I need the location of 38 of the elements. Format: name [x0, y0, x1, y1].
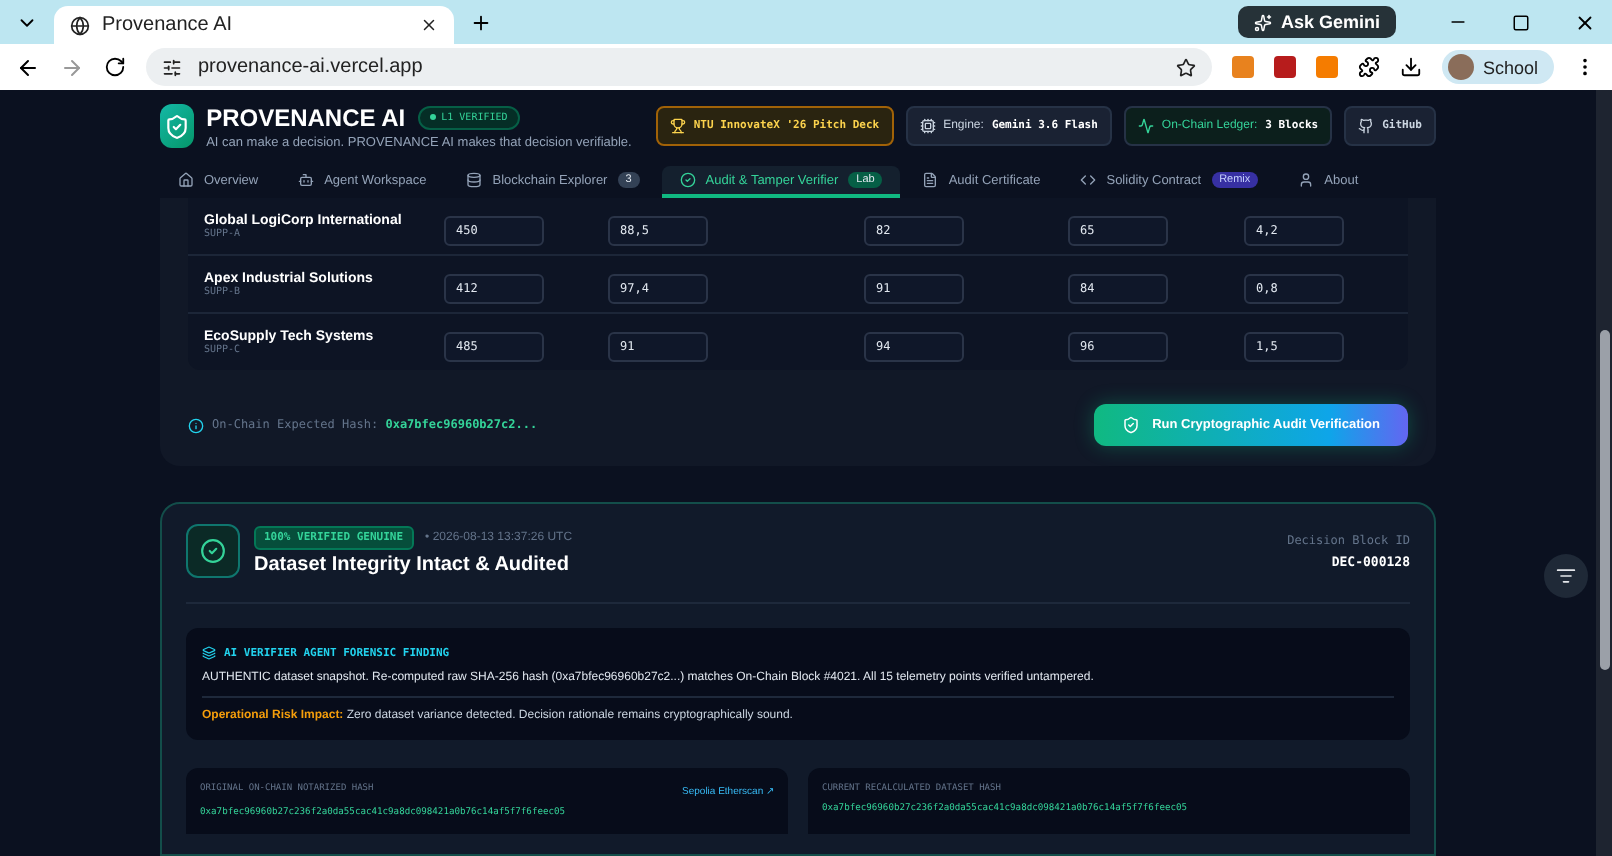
close-icon[interactable]	[1574, 11, 1596, 33]
scrollbar[interactable]	[1596, 90, 1612, 856]
chip-icon	[919, 118, 936, 134]
pulse-icon	[1137, 118, 1154, 134]
layers-icon	[202, 646, 216, 660]
reload-icon[interactable]	[104, 56, 126, 78]
shield-icon	[1122, 416, 1141, 434]
document-icon	[922, 172, 939, 188]
app-title: PROVENANCE AI	[206, 103, 406, 131]
result-title: Dataset Integrity Intact & Audited	[254, 554, 571, 576]
info-icon	[188, 417, 204, 433]
home-icon	[178, 172, 194, 188]
sparkle-icon	[1254, 13, 1273, 31]
tab-title: Provenance AI	[102, 14, 233, 36]
close-icon[interactable]	[420, 16, 438, 34]
robot-icon	[298, 172, 315, 188]
profile-button[interactable]: School	[1442, 50, 1554, 84]
download-icon[interactable]	[1400, 56, 1423, 78]
trophy-icon	[669, 118, 686, 134]
github-icon	[1358, 118, 1375, 134]
shield-logo-icon	[160, 104, 195, 148]
address-bar[interactable]: provenance-ai.vercel.app	[146, 48, 1213, 86]
code-icon	[1080, 172, 1097, 188]
check-icon	[186, 524, 240, 578]
extension-icon[interactable]	[1274, 56, 1297, 78]
database-icon	[466, 172, 483, 188]
puzzle-icon[interactable]	[1358, 56, 1381, 78]
user-icon	[1298, 172, 1315, 188]
check-circle-icon	[679, 172, 696, 188]
globe-icon	[70, 15, 90, 35]
back-icon[interactable]	[16, 55, 40, 79]
new-tab-icon[interactable]	[470, 11, 492, 33]
list-icon	[1556, 566, 1576, 586]
forward-icon[interactable]	[60, 55, 84, 79]
browser-tab[interactable]: Provenance AI	[54, 6, 454, 44]
maximize-icon[interactable]	[1512, 13, 1530, 31]
ask-button[interactable]: Ask Gemini	[1238, 6, 1396, 38]
extension-icon[interactable]	[1316, 56, 1339, 78]
